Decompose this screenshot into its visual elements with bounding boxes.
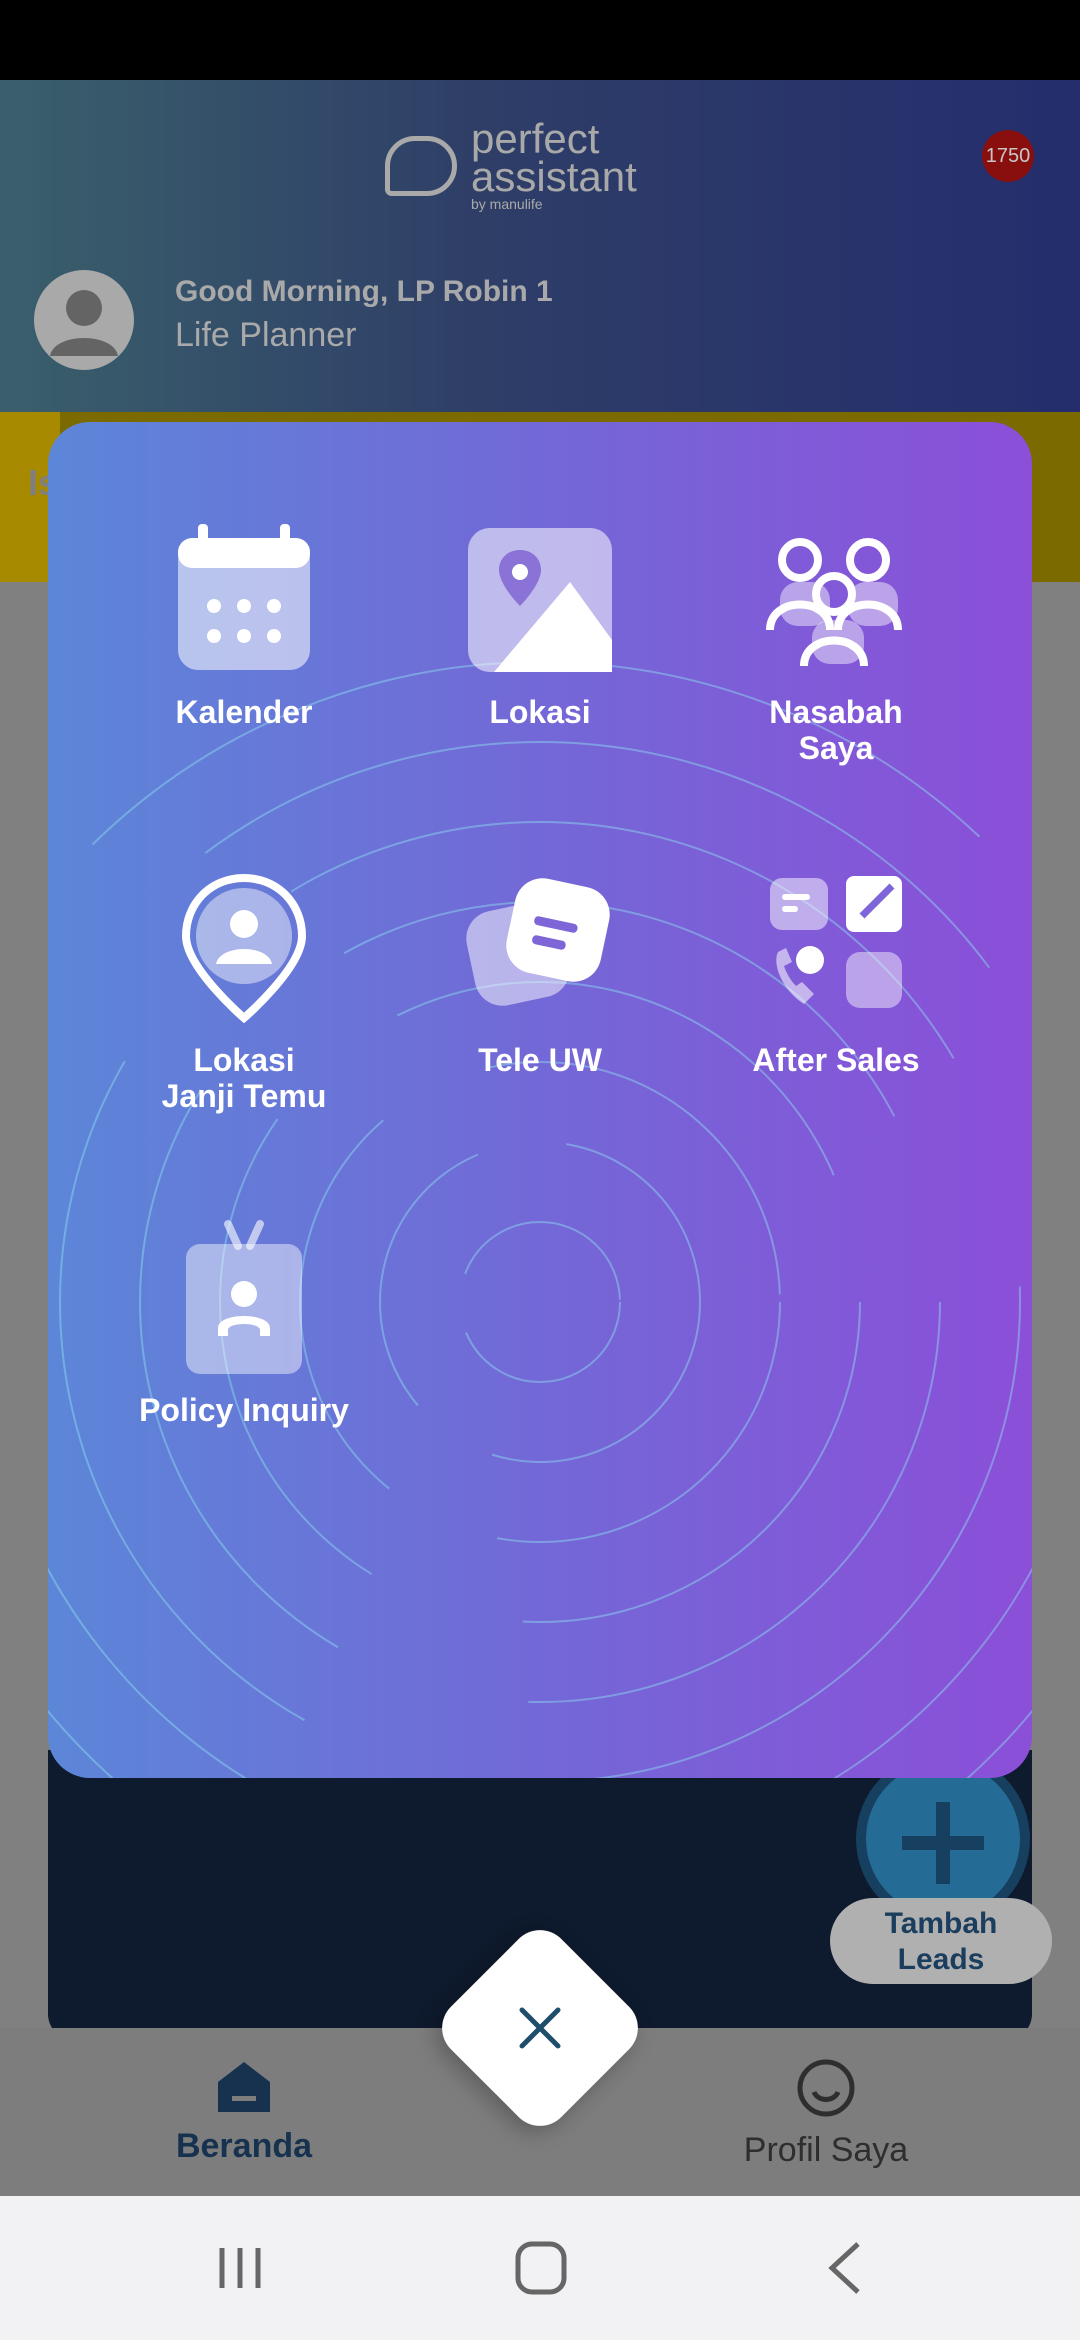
smiley-icon [797,2059,855,2117]
menu-item-lokasi[interactable]: Lokasi [390,520,690,730]
menu-item-policy-inquiry[interactable]: Policy Inquiry [94,1218,394,1428]
home-icon [218,2062,270,2112]
chat-bubbles-icon [466,878,610,1006]
logo-mark-icon [385,136,457,196]
status-bar [0,0,1080,80]
add-leads-label-line1: Tambah [884,1907,998,1940]
role-text: Life Planner [175,316,357,354]
menu-item-tele-uw[interactable]: Tele UW [390,868,690,1078]
system-navigation-bar [0,2196,1080,2340]
menu-item-after-sales[interactable]: After Sales [686,868,986,1078]
menu-item-kalender[interactable]: Kalender [94,520,394,730]
back-icon[interactable] [806,2236,886,2300]
avatar[interactable] [34,270,134,370]
menu-label-nasabah-saya: Nasabah Saya [686,694,986,766]
header: perfect assistant by manulife 1750 Good … [0,80,1080,412]
menu-item-nasabah-saya[interactable]: Nasabah Saya [686,520,986,766]
menu-label-lokasi-janji-temu: Lokasi Janji Temu [94,1042,394,1114]
nav-label-beranda: Beranda [175,2127,313,2165]
after-sales-icon [770,876,902,1008]
menu-label-janji-line1: Lokasi [193,1042,295,1078]
calendar-icon [178,524,310,670]
menu-label-nasabah-line2: Saya [798,730,874,766]
id-badge-icon [186,1220,302,1374]
add-leads-label[interactable]: Tambah Leads [830,1898,1052,1984]
add-leads-label-line2: Leads [897,1943,985,1976]
close-icon [519,2007,561,2049]
nav-label-profil-saya: Profil Saya [743,2131,909,2169]
home-button-icon[interactable] [500,2236,580,2300]
nav-item-profil-saya[interactable]: Profil Saya [676,2058,976,2170]
recent-apps-icon[interactable] [200,2236,280,2300]
notification-badge[interactable]: 1750 [982,130,1034,182]
user-icon [50,290,118,356]
quick-menu-card: Kalender Lokasi Nasabah Saya Lokasi Janj… [48,422,1032,1778]
menu-label-janji-line2: Janji Temu [161,1078,327,1114]
menu-label-policy-inquiry: Policy Inquiry [139,1392,349,1428]
menu-item-lokasi-janji-temu[interactable]: Lokasi Janji Temu [94,868,394,1114]
logo-line2: assistant [471,153,637,200]
menu-label-kalender: Kalender [175,694,313,730]
greeting-text: Good Morning, LP Robin 1 [175,275,553,308]
map-icon [468,528,612,672]
menu-label-after-sales: After Sales [752,1042,920,1078]
menu-label-tele-uw: Tele UW [478,1042,602,1078]
menu-label-lokasi: Lokasi [489,694,591,730]
people-icon [766,538,902,667]
menu-label-nasabah-line1: Nasabah [769,694,903,730]
app-logo: perfect assistant by manulife [385,118,637,212]
location-pin-person-icon [181,873,307,1024]
nav-item-beranda[interactable]: Beranda [94,2058,394,2166]
